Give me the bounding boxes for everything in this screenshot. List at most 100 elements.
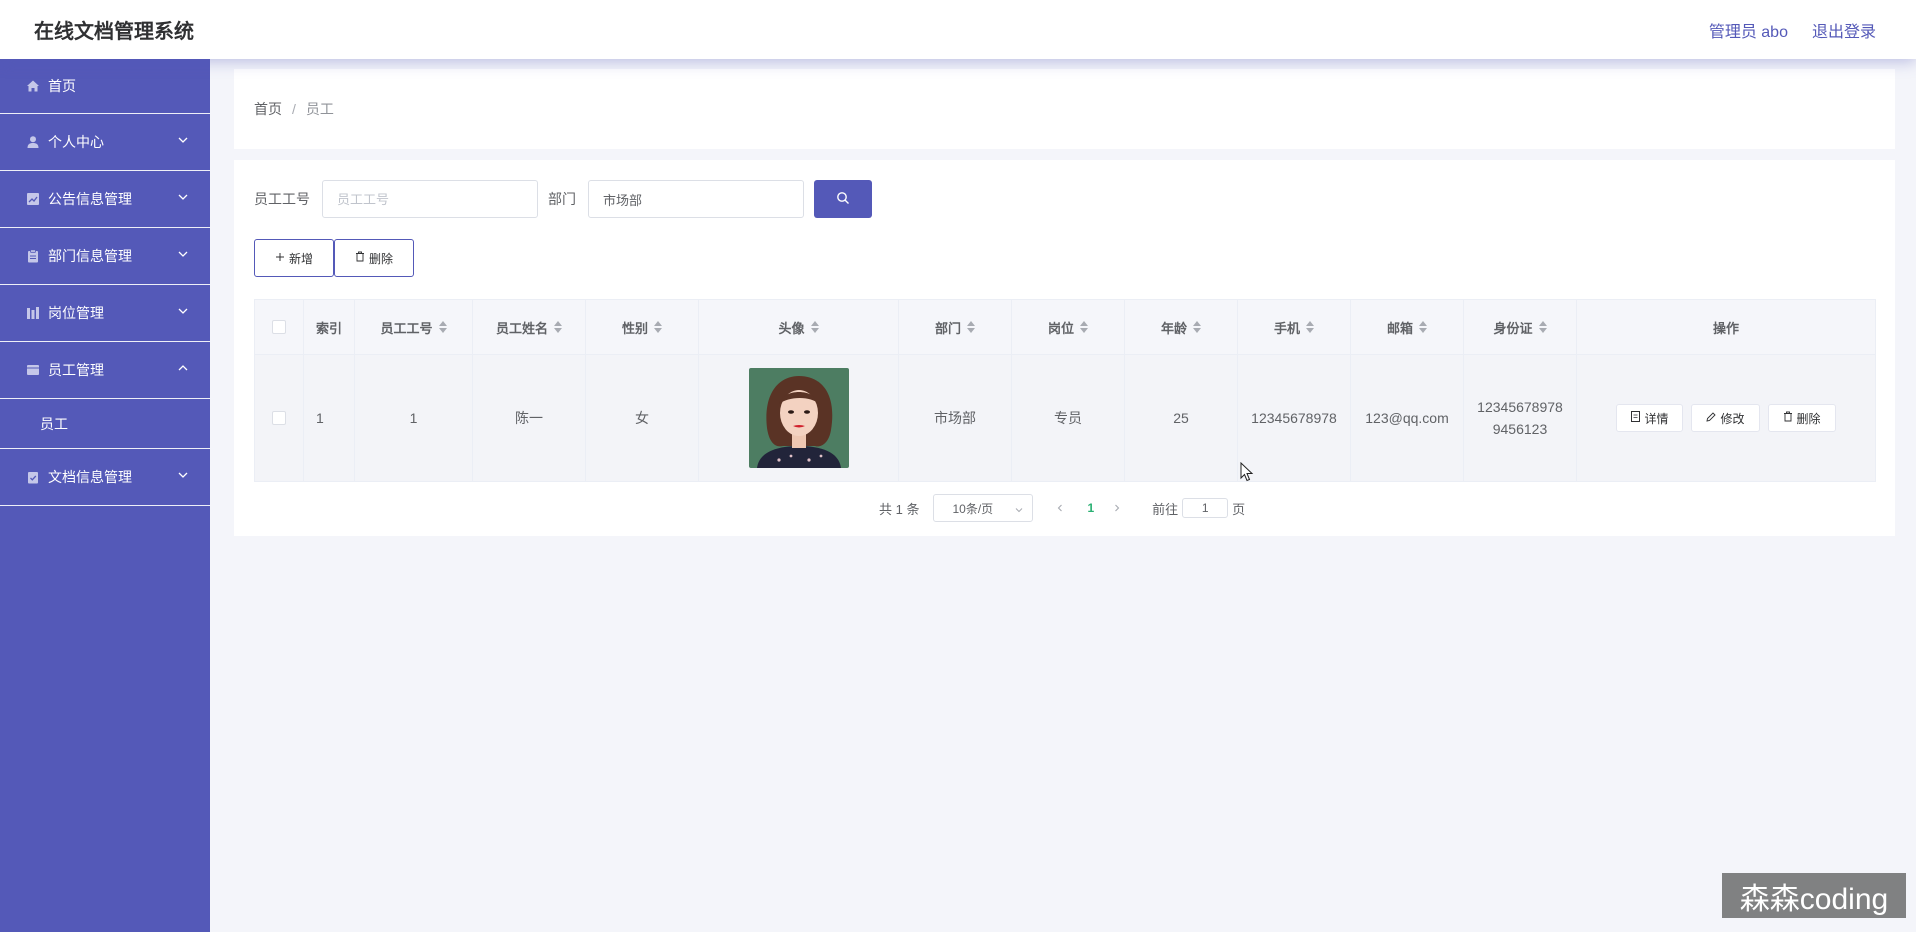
search-icon [836, 191, 850, 208]
mouse-cursor-icon [1240, 461, 1254, 487]
sidebar-item-position[interactable]: 岗位管理 [0, 285, 210, 342]
sidebar-subitem-employee[interactable]: 员工 [0, 399, 210, 449]
sort-icon[interactable] [1306, 321, 1314, 333]
col-label: 邮箱 [1386, 320, 1413, 336]
sort-icon[interactable] [654, 321, 662, 333]
select-all-cell [254, 300, 304, 354]
breadcrumb: 首页 / 员工 [234, 69, 1895, 149]
chart-icon [26, 192, 40, 206]
next-page-button[interactable] [1112, 501, 1126, 516]
col-name[interactable]: 员工姓名 [473, 300, 586, 354]
avatar [748, 368, 849, 468]
cell-age: 25 [1125, 355, 1238, 481]
sidebar-item-label: 文档信息管理 [48, 469, 132, 485]
check-clipboard-icon [26, 470, 40, 484]
col-email[interactable]: 邮箱 [1351, 300, 1464, 354]
idcard-line: 12345678978 [1477, 399, 1563, 415]
sidebar-item-label: 岗位管理 [48, 305, 104, 321]
col-ops: 操作 [1577, 300, 1876, 354]
col-gender[interactable]: 性别 [586, 300, 699, 354]
col-label: 岗位 [1047, 320, 1074, 336]
edit-icon [1706, 411, 1717, 425]
sort-icon[interactable] [967, 321, 975, 333]
toolbar: 新增 删除 [254, 239, 415, 277]
add-button[interactable]: 新增 [254, 239, 335, 277]
sidebar-item-document[interactable]: 文档信息管理 [0, 449, 210, 506]
col-emp-id[interactable]: 员工工号 [355, 300, 473, 354]
sidebar-item-employee[interactable]: 员工管理 [0, 342, 210, 399]
col-label: 身份证 [1493, 320, 1533, 336]
row-select-cell [254, 355, 304, 481]
cell-gender: 女 [586, 355, 699, 481]
chevron-down-icon [1014, 504, 1024, 518]
sidebar-item-label: 公告信息管理 [48, 191, 132, 207]
cell-idcard: 12345678978 9456123 [1464, 355, 1577, 481]
sidebar-item-home[interactable]: 首页 [0, 59, 210, 114]
prev-page-button[interactable] [1055, 501, 1069, 516]
chevron-down-icon [176, 247, 190, 261]
chevron-down-icon [176, 133, 190, 147]
trash-icon [1783, 411, 1793, 425]
sort-icon[interactable] [1080, 321, 1088, 333]
idcard-line: 9456123 [1492, 421, 1548, 437]
page-size-value: 10条/页 [952, 501, 994, 516]
chevron-down-icon [176, 190, 190, 204]
delete-button-label: 删除 [369, 251, 394, 266]
breadcrumb-current: 员工 [305, 101, 334, 117]
col-label: 年龄 [1160, 320, 1187, 336]
col-age[interactable]: 年龄 [1125, 300, 1238, 354]
chevron-up-icon [176, 361, 190, 375]
dept-label: 部门 [548, 191, 576, 207]
cell-email: 123@qq.com [1351, 355, 1464, 481]
breadcrumb-home[interactable]: 首页 [254, 99, 282, 119]
cell-ops: 详情 修改 删除 [1577, 355, 1876, 481]
emp-id-input[interactable] [322, 180, 538, 218]
cell-emp-id: 1 [355, 355, 473, 481]
logout-link[interactable]: 退出登录 [1812, 18, 1876, 42]
plus-icon [275, 251, 285, 265]
cell-dept: 市场部 [899, 355, 1012, 481]
select-all-checkbox[interactable] [272, 320, 286, 334]
home-icon [26, 79, 40, 93]
sort-icon[interactable] [554, 321, 562, 333]
col-dept[interactable]: 部门 [899, 300, 1012, 354]
chevron-down-icon [176, 468, 190, 482]
detail-button-label: 详情 [1644, 411, 1669, 426]
sidebar-item-notice[interactable]: 公告信息管理 [0, 171, 210, 228]
dept-input[interactable] [588, 180, 804, 218]
sort-icon[interactable] [810, 321, 819, 333]
cell-index: 1 [304, 355, 355, 481]
sidebar-item-department[interactable]: 部门信息管理 [0, 228, 210, 285]
app-title: 在线文档管理系统 [34, 21, 194, 43]
page-number-current[interactable]: 1 [1087, 501, 1094, 515]
page-size-select[interactable]: 10条/页 [933, 494, 1034, 522]
clipboard-icon [26, 249, 40, 263]
sidebar-item-label: 部门信息管理 [48, 248, 132, 264]
header-right: 管理员 abo 退出登录 [1709, 18, 1876, 42]
row-delete-button[interactable]: 删除 [1767, 404, 1836, 432]
cell-position: 专员 [1012, 355, 1125, 481]
edit-button[interactable]: 修改 [1691, 404, 1760, 432]
edit-button-label: 修改 [1720, 411, 1745, 426]
total-count: 共 1 条 [879, 501, 920, 517]
row-checkbox[interactable] [272, 411, 286, 425]
col-label: 性别 [621, 320, 648, 336]
sort-icon[interactable] [1538, 321, 1547, 333]
sort-icon[interactable] [1193, 321, 1201, 333]
sidebar: 首页 个人中心 公告信息管理 部门信息管理 岗位管理 员工管理 员工 文档信息管… [0, 59, 210, 932]
chevron-down-icon [176, 304, 190, 318]
sidebar-item-personal-center[interactable]: 个人中心 [0, 114, 210, 171]
sort-icon[interactable] [1419, 321, 1427, 333]
sidebar-item-label: 个人中心 [48, 134, 104, 150]
col-avatar[interactable]: 头像 [699, 300, 899, 354]
col-label: 手机 [1273, 320, 1300, 336]
goto-page-input[interactable] [1182, 498, 1229, 518]
search-button[interactable] [814, 180, 872, 218]
sort-icon[interactable] [438, 321, 447, 333]
col-position[interactable]: 岗位 [1012, 300, 1125, 354]
batch-delete-button[interactable]: 删除 [334, 239, 415, 277]
pagination: 共 1 条 10条/页 1 前往 页 [879, 494, 1245, 522]
col-idcard[interactable]: 身份证 [1464, 300, 1577, 354]
col-phone[interactable]: 手机 [1238, 300, 1351, 354]
detail-button[interactable]: 详情 [1616, 404, 1684, 432]
